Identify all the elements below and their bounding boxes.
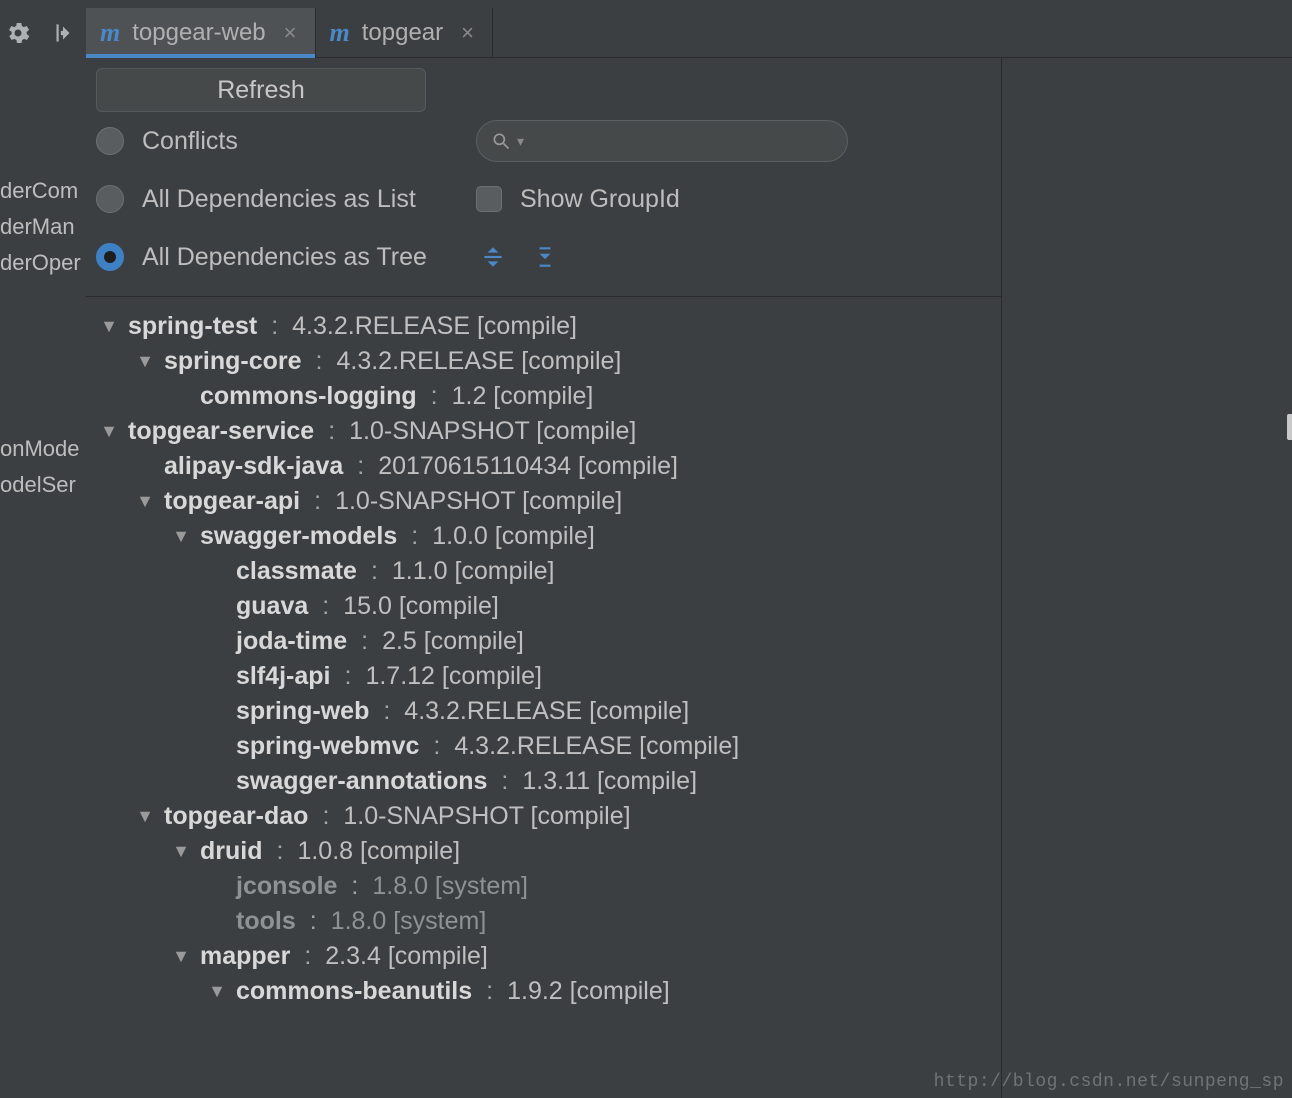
collapse-panel-icon[interactable] [50,20,76,46]
dependency-name: tools [236,904,296,939]
collapse-all-icon[interactable] [532,244,558,270]
dependency-name: spring-web [236,694,369,729]
dependency-name: joda-time [236,624,347,659]
tree-node[interactable]: alipay-sdk-java : 20170615110434 [compil… [100,449,993,484]
project-explorer-edge: derCom derMan derOper onMode odelSer [0,58,86,1098]
tree-node[interactable]: spring-web : 4.3.2.RELEASE [compile] [100,694,993,729]
dependency-name: slf4j-api [236,659,330,694]
dependency-version: 1.0-SNAPSHOT [compile] [335,484,622,519]
tab-label: topgear-web [132,19,265,47]
close-icon[interactable]: × [284,20,297,46]
dependency-name: commons-logging [200,379,417,414]
dependency-name: topgear-api [164,484,300,519]
editor-tabs: m topgear-web × m topgear × [86,8,1292,58]
dependency-version: 1.1.0 [compile] [392,554,555,589]
dependency-name: topgear-dao [164,799,308,834]
dependency-name: spring-test [128,309,257,344]
dependency-name: classmate [236,554,357,589]
chevron-down-icon[interactable]: ▼ [100,414,118,449]
dependency-name: topgear-service [128,414,314,449]
dependency-version: 2.3.4 [compile] [325,939,488,974]
chevron-down-icon[interactable]: ▼ [100,309,118,344]
dependency-version: 1.7.12 [compile] [365,659,542,694]
radio-conflicts[interactable]: Conflicts [96,112,436,170]
tree-node[interactable]: ▼mapper : 2.3.4 [compile] [100,939,993,974]
dependency-name: jconsole [236,869,337,904]
dependency-version: 4.3.2.RELEASE [compile] [292,309,577,344]
dependency-version: 1.8.0 [system] [372,869,528,904]
dependency-version: 4.3.2.RELEASE [compile] [454,729,739,764]
dependency-version: 1.2 [compile] [452,379,594,414]
dependency-name: alipay-sdk-java [164,449,343,484]
tree-node[interactable]: tools : 1.8.0 [system] [100,904,993,939]
splitter-handle[interactable] [1287,414,1292,440]
tree-node[interactable]: slf4j-api : 1.7.12 [compile] [100,659,993,694]
tree-node[interactable]: guava : 15.0 [compile] [100,589,993,624]
tree-node[interactable]: swagger-annotations : 1.3.11 [compile] [100,764,993,799]
dependency-version: 1.3.11 [compile] [522,764,697,799]
dependency-version: 1.0.0 [compile] [432,519,595,554]
tab-topgear-web[interactable]: m topgear-web × [86,8,316,57]
tab-topgear[interactable]: m topgear × [316,8,494,57]
search-input[interactable]: ▾ [476,120,848,162]
tree-node[interactable]: ▼druid : 1.0.8 [compile] [100,834,993,869]
tree-node[interactable]: spring-webmvc : 4.3.2.RELEASE [compile] [100,729,993,764]
tab-label: topgear [362,19,443,47]
tree-node[interactable]: ▼spring-test : 4.3.2.RELEASE [compile] [100,309,993,344]
tree-node[interactable]: commons-logging : 1.2 [compile] [100,379,993,414]
tree-node[interactable]: ▼commons-beanutils : 1.9.2 [compile] [100,974,993,1009]
chevron-down-icon[interactable]: ▼ [172,519,190,554]
dependency-version: 2.5 [compile] [382,624,524,659]
detail-panel [1002,58,1292,1098]
dependency-version: 1.0-SNAPSHOT [compile] [349,414,636,449]
dependency-version: 1.0.8 [compile] [297,834,460,869]
dependency-name: druid [200,834,263,869]
tree-node[interactable]: ▼swagger-models : 1.0.0 [compile] [100,519,993,554]
dependency-version: 15.0 [compile] [343,589,499,624]
chevron-down-icon[interactable]: ▼ [136,799,154,834]
watermark: http://blog.csdn.net/sunpeng_sp [934,1072,1284,1092]
dependency-version: 1.9.2 [compile] [507,974,670,1009]
dependency-version: 4.3.2.RELEASE [compile] [404,694,689,729]
chevron-down-icon[interactable]: ▼ [136,484,154,519]
chevron-down-icon[interactable]: ▼ [208,974,226,1009]
tree-node[interactable]: classmate : 1.1.0 [compile] [100,554,993,589]
tree-node[interactable]: jconsole : 1.8.0 [system] [100,869,993,904]
close-icon[interactable]: × [461,20,474,46]
dependency-version: 4.3.2.RELEASE [compile] [336,344,621,379]
dependency-name: spring-webmvc [236,729,419,764]
chevron-down-icon[interactable]: ▼ [172,939,190,974]
tree-node[interactable]: joda-time : 2.5 [compile] [100,624,993,659]
dependency-name: spring-core [164,344,302,379]
dependency-name: guava [236,589,308,624]
dependency-tree[interactable]: ▼spring-test : 4.3.2.RELEASE [compile]▼s… [86,297,1001,1098]
dependency-name: swagger-models [200,519,397,554]
dependency-name: commons-beanutils [236,974,472,1009]
settings-icon[interactable] [4,19,32,47]
show-groupid-checkbox[interactable]: Show GroupId [476,170,991,228]
tree-node[interactable]: ▼topgear-dao : 1.0-SNAPSHOT [compile] [100,799,993,834]
maven-icon: m [100,18,120,48]
tree-node[interactable]: ▼topgear-api : 1.0-SNAPSHOT [compile] [100,484,993,519]
tree-node[interactable]: ▼topgear-service : 1.0-SNAPSHOT [compile… [100,414,993,449]
maven-icon: m [330,18,350,48]
radio-all-list[interactable]: All Dependencies as List [96,170,436,228]
chevron-down-icon[interactable]: ▼ [136,344,154,379]
chevron-down-icon[interactable]: ▼ [172,834,190,869]
radio-all-tree[interactable]: All Dependencies as Tree [96,228,436,286]
expand-all-icon[interactable] [480,244,506,270]
dependency-version: 20170615110434 [compile] [378,449,678,484]
dependency-name: mapper [200,939,290,974]
refresh-button[interactable]: Refresh [96,68,426,112]
dependency-version: 1.8.0 [system] [331,904,487,939]
tree-node[interactable]: ▼spring-core : 4.3.2.RELEASE [compile] [100,344,993,379]
dependency-version: 1.0-SNAPSHOT [compile] [343,799,630,834]
dependency-name: swagger-annotations [236,764,487,799]
